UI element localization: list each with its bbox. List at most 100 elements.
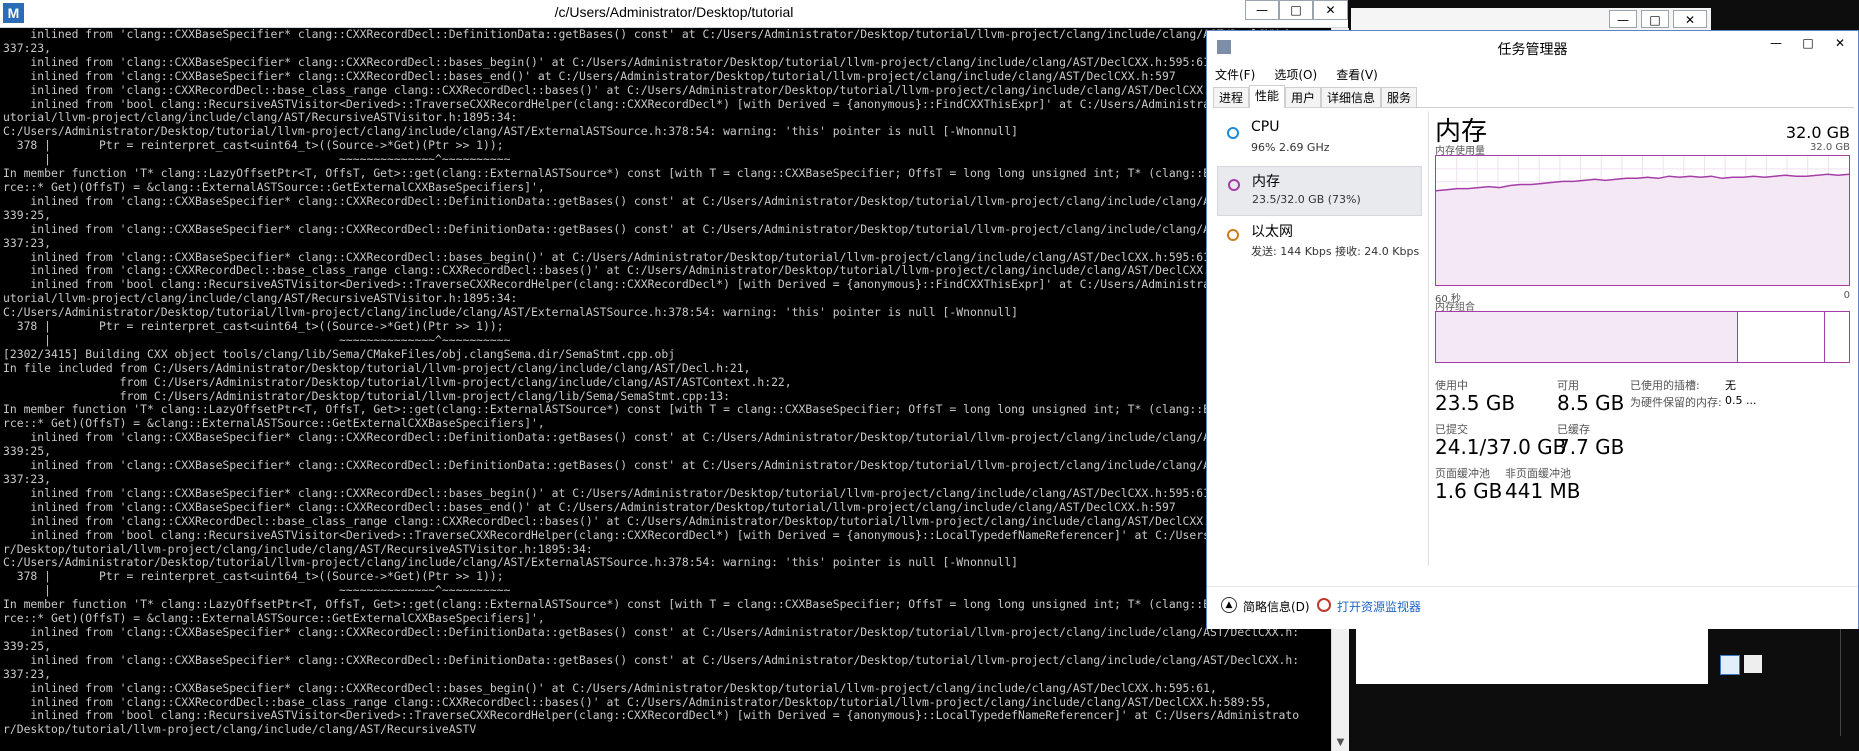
resource-name: 内存	[1252, 174, 1280, 190]
composition-in-use	[1436, 312, 1739, 362]
terminal-minimize-button[interactable]: —	[1245, 0, 1279, 20]
resource-subtext: 96% 2.69 GHz	[1251, 141, 1330, 154]
terminal-line: C:/Users/Administrator/Desktop/tutorial/…	[3, 305, 1018, 320]
terminal-line: inlined from 'clang::CXXBaseSpecifier* c…	[3, 193, 1300, 208]
terminal-line: 378 | Ptr = reinterpret_cast<uint64_t>((…	[3, 319, 504, 334]
terminal-maximize-button[interactable]: □	[1279, 0, 1313, 20]
ethernet-circle-icon	[1227, 229, 1239, 241]
time-right-label: 0	[1843, 290, 1850, 301]
cpu-circle-icon	[1227, 127, 1239, 139]
terminal-output[interactable]: inlined from 'clang::CXXBaseSpecifier* c…	[0, 28, 1331, 751]
terminal-line: rce::* Get)(OffsT) = &clang::ExternalAST…	[3, 416, 545, 431]
resource-subtext: 发送: 144 Kbps 接收: 24.0 Kbps	[1251, 245, 1420, 258]
tab-users[interactable]: 用户	[1285, 87, 1322, 107]
nonpaged-value: 441 MB	[1505, 479, 1581, 503]
slots-label: 已使用的插槽:	[1630, 379, 1700, 392]
tab-services[interactable]: 服务	[1381, 87, 1418, 107]
terminal-line: inlined from 'clang::CXXBaseSpecifier* c…	[3, 28, 1300, 41]
tm-minimize-button[interactable]: —	[1763, 34, 1789, 52]
terminal-line: 339:25,	[3, 638, 52, 653]
terminal-line: 378 | Ptr = reinterpret_cast<uint64_t>((…	[3, 569, 504, 584]
committed-value: 24.1/37.0 GB	[1435, 435, 1567, 459]
terminal-line: utorial/llvm-project/clang/include/clang…	[3, 291, 518, 306]
terminal-line: inlined from 'clang::CXXBaseSpecifier* c…	[3, 499, 1176, 514]
terminal-line: from C:/Users/Administrator/Desktop/tuto…	[3, 388, 730, 403]
scroll-down-arrow-icon[interactable]: ▼	[1332, 734, 1349, 751]
terminal-line: 337:23,	[3, 40, 52, 55]
terminal-line: inlined from 'clang::CXXRecordDecl::base…	[3, 694, 1272, 709]
terminal-line: utorial/llvm-project/clang/include/clang…	[3, 110, 518, 125]
terminal-line: inlined from 'clang::CXXRecordDecl::base…	[3, 513, 1272, 528]
terminal-line: inlined from 'bool clang::RecursiveASTVi…	[3, 277, 1293, 292]
terminal-lines: inlined from 'clang::CXXBaseSpecifier* c…	[0, 28, 1331, 737]
terminal-line: 337:23,	[3, 235, 52, 250]
fewer-details-button[interactable]: 简略信息(D)	[1243, 598, 1310, 615]
terminal-close-button[interactable]: ✕	[1313, 0, 1348, 20]
resource-name: CPU	[1251, 119, 1280, 135]
terminal-line: In member function 'T* clang::LazyOffset…	[3, 166, 1300, 181]
usage-max: 32.0 GB	[1809, 142, 1850, 153]
usage-area	[1436, 174, 1849, 285]
terminal-line: rce::* Get)(OffsT) = &clang::ExternalAST…	[3, 611, 545, 626]
terminal-window: M /c/Users/Administrator/Desktop/tutoria…	[0, 0, 1349, 751]
terminal-line: inlined from 'bool clang::RecursiveASTVi…	[3, 527, 1300, 542]
terminal-line: inlined from 'clang::CXXBaseSpecifier* c…	[3, 458, 1300, 473]
terminal-line: | ~~~~~~~~~~~~~~^~~~~~~~~~~	[3, 583, 511, 598]
tm-maximize-button[interactable]: □	[1795, 34, 1821, 52]
resource-memory[interactable]: 内存 23.5/32.0 GB (73%)	[1217, 166, 1422, 216]
in-use-value: 23.5 GB	[1435, 391, 1516, 415]
terminal-line: In file included from C:/Users/Administr…	[3, 360, 751, 375]
resource-list: CPU 96% 2.69 GHz 内存 23.5/32.0 GB (73%) 以…	[1213, 111, 1429, 566]
large-icons-view-icon[interactable]	[1744, 655, 1762, 673]
bg-minimize-icon: —	[1609, 10, 1637, 28]
terminal-line: from C:/Users/Administrator/Desktop/tuto…	[3, 374, 792, 389]
terminal-line: inlined from 'clang::CXXRecordDecl::base…	[3, 82, 1272, 97]
paged-value: 1.6 GB	[1435, 479, 1503, 503]
terminal-line: inlined from 'clang::CXXBaseSpecifier* c…	[3, 54, 1217, 69]
resource-ethernet[interactable]: 以太网 发送: 144 Kbps 接收: 24.0 Kbps	[1217, 217, 1422, 267]
terminal-line: | ~~~~~~~~~~~~~~^~~~~~~~~~~	[3, 332, 511, 347]
available-value: 8.5 GB	[1557, 391, 1625, 415]
resource-monitor-icon	[1317, 598, 1331, 612]
terminal-line: inlined from 'clang::CXXBaseSpecifier* c…	[3, 68, 1176, 83]
tab-processes[interactable]: 进程	[1213, 87, 1250, 107]
terminal-line: inlined from 'clang::CXXBaseSpecifier* c…	[3, 221, 1300, 236]
terminal-titlebar[interactable]: M /c/Users/Administrator/Desktop/tutoria…	[0, 0, 1348, 28]
task-manager-title: 任务管理器	[1497, 42, 1568, 58]
terminal-line: inlined from 'clang::CXXBaseSpecifier* c…	[3, 624, 1300, 639]
open-resource-monitor-link[interactable]: 打开资源监视器	[1337, 598, 1421, 615]
terminal-line: r/Desktop/tutorial/llvm-project/clang/in…	[3, 541, 593, 556]
tab-performance[interactable]: 性能	[1249, 85, 1286, 108]
terminal-line: 337:23,	[3, 666, 52, 681]
terminal-line: In member function 'T* clang::LazyOffset…	[3, 402, 1300, 417]
terminal-line: | ~~~~~~~~~~~~~~^~~~~~~~~~~	[3, 152, 511, 167]
resource-name: 以太网	[1251, 224, 1293, 240]
bg-close-icon: ✕	[1673, 10, 1707, 28]
terminal-line: inlined from 'clang::CXXBaseSpecifier* c…	[3, 249, 1217, 264]
memory-composition-chart	[1435, 311, 1850, 363]
memory-usage-chart	[1435, 155, 1850, 286]
resource-cpu[interactable]: CPU 96% 2.69 GHz	[1217, 115, 1422, 165]
details-view-icon[interactable]	[1720, 655, 1740, 675]
menu-options[interactable]: 选项(O)	[1274, 66, 1317, 83]
terminal-line: inlined from 'clang::CXXRecordDecl::base…	[3, 263, 1272, 278]
tab-bar: 进程 性能 用户 详细信息 服务	[1213, 85, 1854, 108]
reserved-value: 0.5 ...	[1725, 394, 1757, 407]
memory-circle-icon	[1228, 179, 1240, 191]
composition-modified	[1824, 312, 1825, 362]
background-window-titlebar: — □ ✕	[1351, 8, 1711, 32]
terminal-line: inlined from 'bool clang::RecursiveASTVi…	[3, 708, 1300, 723]
task-manager-titlebar[interactable]: 任务管理器 — □ ✕	[1207, 31, 1858, 63]
reserved-label: 为硬件保留的内存:	[1630, 396, 1722, 409]
chevron-up-icon[interactable]: ▲	[1221, 597, 1237, 613]
tab-details[interactable]: 详细信息	[1321, 87, 1382, 107]
menu-view[interactable]: 查看(V)	[1336, 66, 1378, 83]
terminal-line: C:/Users/Administrator/Desktop/tutorial/…	[3, 555, 1018, 570]
terminal-line: C:/Users/Administrator/Desktop/tutorial/…	[3, 124, 1018, 139]
memory-detail-panel: 内存 32.0 GB 内存使用量 32.0 GB 60 秒 0 内存组合 使用中…	[1435, 111, 1850, 566]
tm-close-button[interactable]: ✕	[1827, 34, 1853, 52]
menu-file[interactable]: 文件(F)	[1215, 66, 1255, 83]
bg-maximize-icon: □	[1641, 10, 1669, 28]
terminal-line: 337:23,	[3, 472, 52, 486]
resource-subtext: 23.5/32.0 GB (73%)	[1252, 193, 1361, 206]
